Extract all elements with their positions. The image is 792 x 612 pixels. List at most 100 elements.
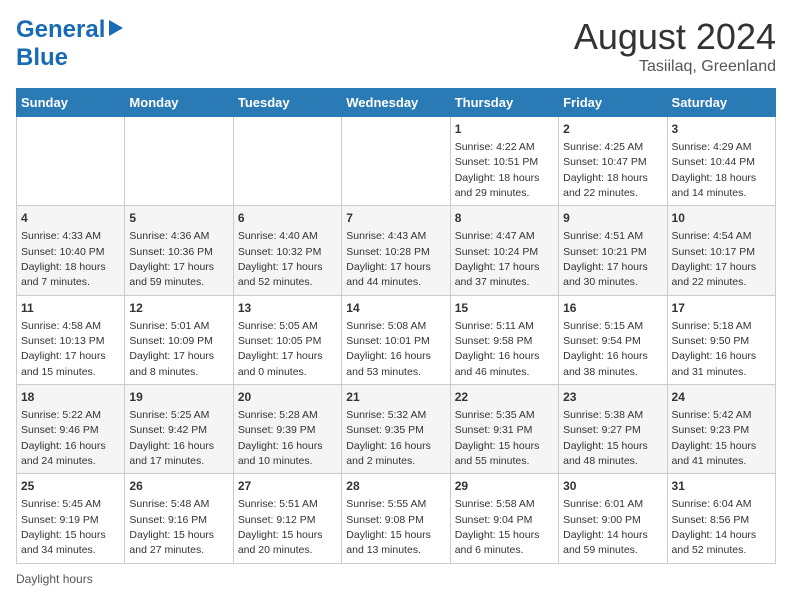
day-number: 21 <box>346 389 445 406</box>
calendar-week-row: 18 Sunrise: 5:22 AM Sunset: 9:46 PM Dayli… <box>17 385 776 474</box>
day-number: 6 <box>238 210 337 227</box>
day-number: 14 <box>346 300 445 317</box>
calendar-cell: 3 Sunrise: 4:29 AM Sunset: 10:44 PM Dayli… <box>667 117 775 206</box>
day-info: Sunrise: 5:32 AM Sunset: 9:35 PM Dayligh… <box>346 409 431 467</box>
calendar-cell <box>233 117 341 206</box>
day-info: Sunrise: 5:35 AM Sunset: 9:31 PM Dayligh… <box>455 409 540 467</box>
day-info: Sunrise: 6:04 AM Sunset: 8:56 PM Dayligh… <box>672 498 757 556</box>
calendar-day-header: Wednesday <box>342 89 450 117</box>
calendar-cell: 26 Sunrise: 5:48 AM Sunset: 9:16 PM Dayli… <box>125 474 233 563</box>
day-info: Sunrise: 4:25 AM Sunset: 10:47 PM Daylig… <box>563 141 648 199</box>
calendar-cell: 28Sunrise: 5:55 AM Sunset: 9:08 PM Dayli… <box>342 474 450 563</box>
day-info: Sunrise: 4:33 AM Sunset: 10:40 PM Daylig… <box>21 230 106 288</box>
day-number: 26 <box>129 478 228 495</box>
calendar-cell: 27 Sunrise: 5:51 AM Sunset: 9:12 PM Dayli… <box>233 474 341 563</box>
calendar-cell: 23Sunrise: 5:38 AM Sunset: 9:27 PM Dayli… <box>559 385 667 474</box>
day-info: Sunrise: 4:51 AM Sunset: 10:21 PM Daylig… <box>563 230 648 288</box>
day-info: Sunrise: 5:48 AM Sunset: 9:16 PM Dayligh… <box>129 498 214 556</box>
day-number: 11 <box>21 300 120 317</box>
calendar-cell: 1 Sunrise: 4:22 AM Sunset: 10:51 PM Dayli… <box>450 117 558 206</box>
footer: Daylight hours <box>16 572 776 586</box>
calendar-cell: 5 Sunrise: 4:36 AM Sunset: 10:36 PM Dayli… <box>125 206 233 295</box>
calendar-cell: 18 Sunrise: 5:22 AM Sunset: 9:46 PM Dayli… <box>17 385 125 474</box>
day-info: Sunrise: 5:01 AM Sunset: 10:09 PM Daylig… <box>129 320 214 378</box>
calendar-cell <box>17 117 125 206</box>
day-number: 15 <box>455 300 554 317</box>
calendar-cell: 19 Sunrise: 5:25 AM Sunset: 9:42 PM Dayli… <box>125 385 233 474</box>
calendar-day-header: Thursday <box>450 89 558 117</box>
calendar-week-row: 25 Sunrise: 5:45 AM Sunset: 9:19 PM Dayli… <box>17 474 776 563</box>
calendar-cell: 30Sunrise: 6:01 AM Sunset: 9:00 PM Dayli… <box>559 474 667 563</box>
day-number: 13 <box>238 300 337 317</box>
calendar-cell: 20 Sunrise: 5:28 AM Sunset: 9:39 PM Dayli… <box>233 385 341 474</box>
logo-arrow-icon <box>109 20 123 36</box>
day-info: Sunrise: 5:51 AM Sunset: 9:12 PM Dayligh… <box>238 498 323 556</box>
day-info: Sunrise: 6:01 AM Sunset: 9:00 PM Dayligh… <box>563 498 648 556</box>
day-number: 9 <box>563 210 662 227</box>
day-number: 3 <box>672 121 771 138</box>
day-info: Sunrise: 4:22 AM Sunset: 10:51 PM Daylig… <box>455 141 540 199</box>
daylight-label: Daylight hours <box>16 572 93 586</box>
calendar-cell: 8Sunrise: 4:47 AM Sunset: 10:24 PM Dayli… <box>450 206 558 295</box>
calendar-cell: 14 Sunrise: 5:08 AM Sunset: 10:01 PM Dayl… <box>342 295 450 384</box>
day-number: 16 <box>563 300 662 317</box>
day-number: 5 <box>129 210 228 227</box>
day-number: 7 <box>346 210 445 227</box>
calendar-cell: 29 Sunrise: 5:58 AM Sunset: 9:04 PM Dayli… <box>450 474 558 563</box>
calendar-day-header: Sunday <box>17 89 125 117</box>
day-number: 31 <box>672 478 771 495</box>
calendar-week-row: 4 Sunrise: 4:33 AM Sunset: 10:40 PM Dayli… <box>17 206 776 295</box>
logo-text-blue: Blue <box>16 44 68 72</box>
day-number: 22 <box>455 389 554 406</box>
calendar-cell: 12 Sunrise: 5:01 AM Sunset: 10:09 PM Dayl… <box>125 295 233 384</box>
day-number: 12 <box>129 300 228 317</box>
day-info: Sunrise: 5:25 AM Sunset: 9:42 PM Dayligh… <box>129 409 214 467</box>
calendar-cell: 11 Sunrise: 4:58 AM Sunset: 10:13 PM Dayl… <box>17 295 125 384</box>
day-info: Sunrise: 4:47 AM Sunset: 10:24 PM Daylig… <box>455 230 540 288</box>
month-title: August 2024 <box>574 16 776 58</box>
page-header: General Blue August 2024 Tasiilaq, Green… <box>16 16 776 76</box>
day-number: 1 <box>455 121 554 138</box>
calendar-table: SundayMondayTuesdayWednesdayThursdayFrid… <box>16 88 776 564</box>
day-info: Sunrise: 5:45 AM Sunset: 9:19 PM Dayligh… <box>21 498 106 556</box>
calendar-cell: 2Sunrise: 4:25 AM Sunset: 10:47 PM Dayli… <box>559 117 667 206</box>
day-number: 18 <box>21 389 120 406</box>
day-info: Sunrise: 4:54 AM Sunset: 10:17 PM Daylig… <box>672 230 757 288</box>
day-number: 4 <box>21 210 120 227</box>
day-number: 28 <box>346 478 445 495</box>
calendar-cell <box>125 117 233 206</box>
day-info: Sunrise: 5:18 AM Sunset: 9:50 PM Dayligh… <box>672 320 757 378</box>
day-number: 29 <box>455 478 554 495</box>
calendar-cell: 13 Sunrise: 5:05 AM Sunset: 10:05 PM Dayl… <box>233 295 341 384</box>
calendar-cell: 10Sunrise: 4:54 AM Sunset: 10:17 PM Dayl… <box>667 206 775 295</box>
calendar-week-row: 1 Sunrise: 4:22 AM Sunset: 10:51 PM Dayli… <box>17 117 776 206</box>
day-info: Sunrise: 4:36 AM Sunset: 10:36 PM Daylig… <box>129 230 214 288</box>
calendar-cell: 22 Sunrise: 5:35 AM Sunset: 9:31 PM Dayli… <box>450 385 558 474</box>
day-number: 24 <box>672 389 771 406</box>
day-info: Sunrise: 5:08 AM Sunset: 10:01 PM Daylig… <box>346 320 431 378</box>
day-number: 20 <box>238 389 337 406</box>
day-info: Sunrise: 5:28 AM Sunset: 9:39 PM Dayligh… <box>238 409 323 467</box>
calendar-cell: 17 Sunrise: 5:18 AM Sunset: 9:50 PM Dayli… <box>667 295 775 384</box>
day-number: 23 <box>563 389 662 406</box>
day-info: Sunrise: 4:43 AM Sunset: 10:28 PM Daylig… <box>346 230 431 288</box>
title-area: August 2024 Tasiilaq, Greenland <box>574 16 776 76</box>
calendar-cell: 24Sunrise: 5:42 AM Sunset: 9:23 PM Dayli… <box>667 385 775 474</box>
day-info: Sunrise: 5:05 AM Sunset: 10:05 PM Daylig… <box>238 320 323 378</box>
day-info: Sunrise: 5:15 AM Sunset: 9:54 PM Dayligh… <box>563 320 648 378</box>
calendar-week-row: 11 Sunrise: 4:58 AM Sunset: 10:13 PM Dayl… <box>17 295 776 384</box>
day-number: 27 <box>238 478 337 495</box>
calendar-cell: 16 Sunrise: 5:15 AM Sunset: 9:54 PM Dayli… <box>559 295 667 384</box>
day-number: 17 <box>672 300 771 317</box>
day-info: Sunrise: 4:58 AM Sunset: 10:13 PM Daylig… <box>21 320 106 378</box>
calendar-cell: 7 Sunrise: 4:43 AM Sunset: 10:28 PM Dayli… <box>342 206 450 295</box>
calendar-day-header: Tuesday <box>233 89 341 117</box>
day-info: Sunrise: 5:22 AM Sunset: 9:46 PM Dayligh… <box>21 409 106 467</box>
day-number: 25 <box>21 478 120 495</box>
calendar-day-header: Monday <box>125 89 233 117</box>
day-info: Sunrise: 4:29 AM Sunset: 10:44 PM Daylig… <box>672 141 757 199</box>
calendar-cell: 21 Sunrise: 5:32 AM Sunset: 9:35 PM Dayli… <box>342 385 450 474</box>
day-number: 19 <box>129 389 228 406</box>
calendar-cell: 15Sunrise: 5:11 AM Sunset: 9:58 PM Dayli… <box>450 295 558 384</box>
day-info: Sunrise: 5:58 AM Sunset: 9:04 PM Dayligh… <box>455 498 540 556</box>
